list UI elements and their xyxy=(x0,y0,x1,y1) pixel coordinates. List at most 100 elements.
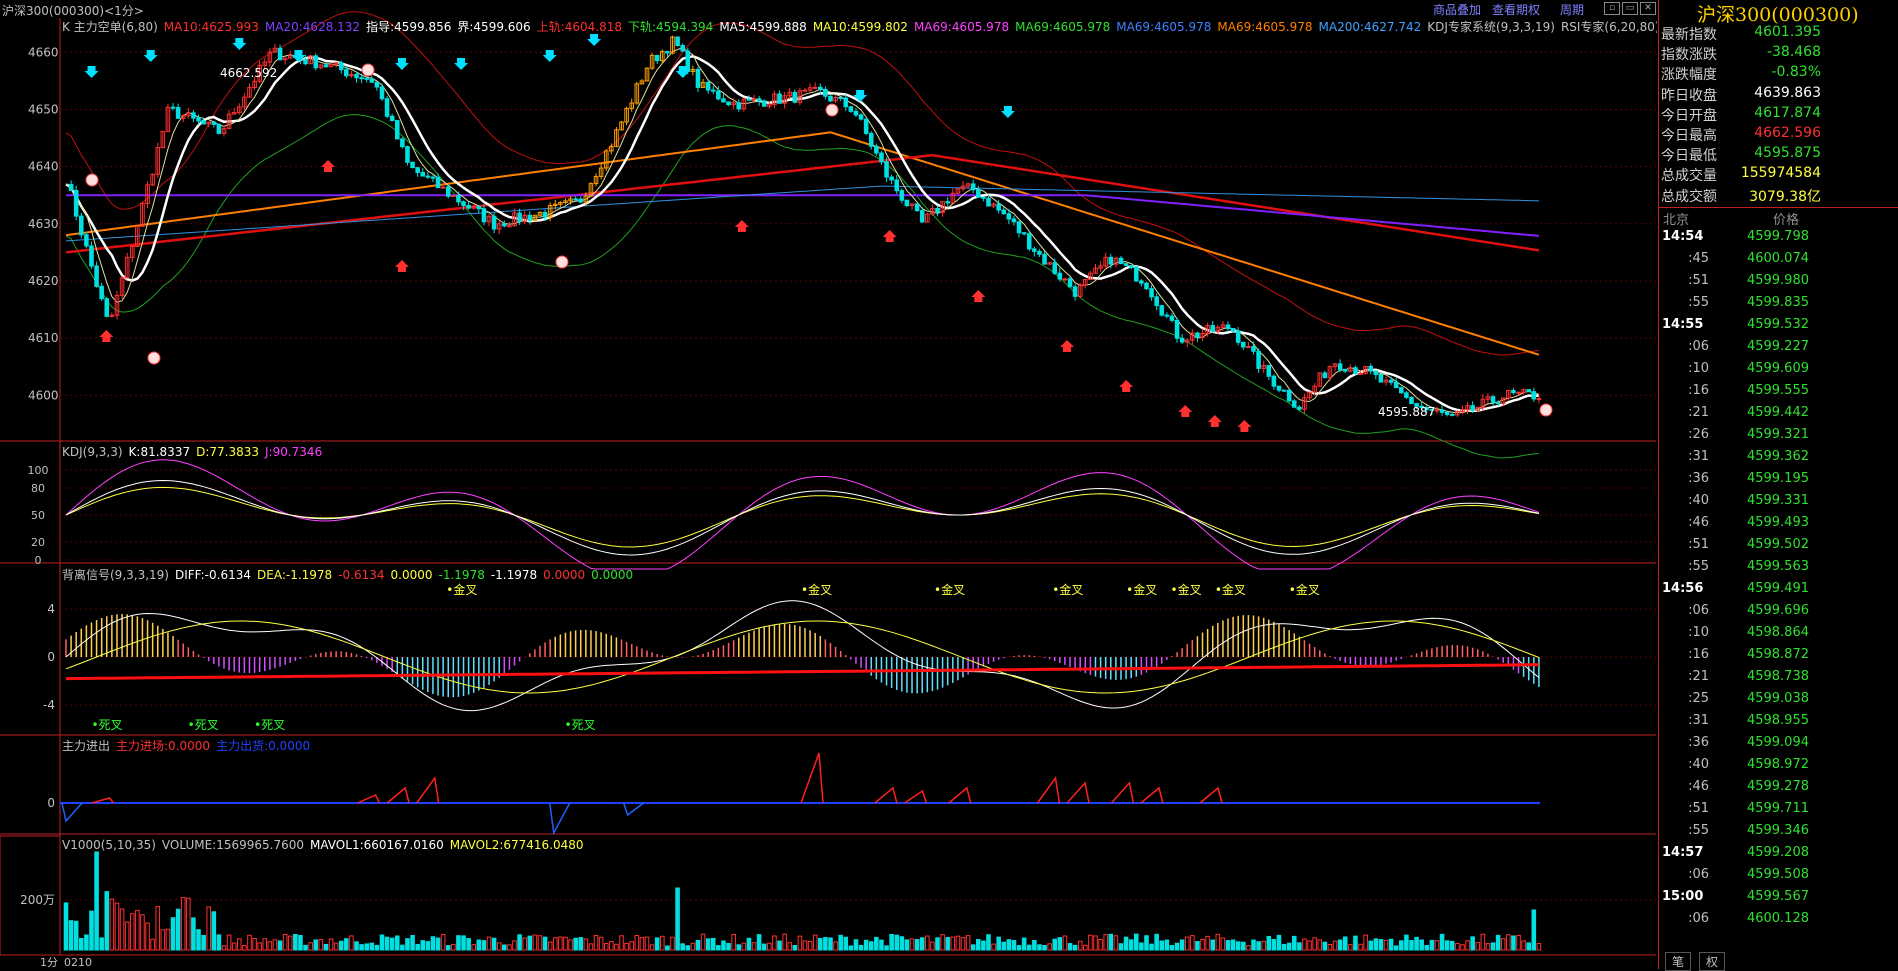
tick-row[interactable]: :06 4600.128 xyxy=(1659,911,1898,933)
quote-value: 3079.38亿 xyxy=(1749,188,1821,205)
volume-bar xyxy=(1139,942,1144,951)
volume-bar xyxy=(654,937,660,951)
candle-body xyxy=(710,89,716,92)
volume-bar xyxy=(1159,940,1165,951)
volume-bar xyxy=(1291,935,1297,951)
macd-diff-line xyxy=(65,600,1540,712)
tick-row[interactable]: 14:57 4599.208 xyxy=(1659,845,1898,867)
volume-bar xyxy=(777,940,782,951)
tick-price: 4599.227 xyxy=(1746,339,1809,354)
volume-bar xyxy=(84,934,89,951)
macd-tick-label: 4 xyxy=(47,602,55,616)
volume-bar xyxy=(379,934,385,951)
flow-outflow-spike xyxy=(61,802,83,823)
candle-body xyxy=(1195,332,1200,338)
tick-row[interactable]: 14:54 4599.798 xyxy=(1659,229,1898,251)
tick-row[interactable]: 14:56 4599.491 xyxy=(1659,581,1898,603)
candle-body xyxy=(420,172,426,177)
tick-row[interactable]: :55 4599.835 xyxy=(1659,295,1898,317)
candle-body xyxy=(405,146,410,163)
tick-row[interactable]: :46 4599.278 xyxy=(1659,779,1898,801)
tick-row[interactable]: :16 4598.872 xyxy=(1659,647,1898,669)
volume-bar xyxy=(1154,933,1159,951)
candle-body xyxy=(364,77,369,80)
tick-row[interactable]: :31 4598.955 xyxy=(1659,713,1898,735)
tick-row[interactable]: :31 4599.362 xyxy=(1659,449,1898,471)
tick-row[interactable]: :21 4598.738 xyxy=(1659,669,1898,691)
volume-bar xyxy=(420,940,426,951)
volume-bar xyxy=(344,938,349,951)
x-axis-period: 1分 xyxy=(40,956,58,969)
candle-body xyxy=(277,47,283,61)
volume-bar xyxy=(374,944,380,951)
volume-bar xyxy=(252,938,257,951)
ma-purple-line xyxy=(66,194,1539,237)
tick-row[interactable]: :45 4600.074 xyxy=(1659,251,1898,273)
tick-row[interactable]: :06 4599.508 xyxy=(1659,867,1898,889)
tick-row[interactable]: :51 4599.980 xyxy=(1659,273,1898,295)
tick-row[interactable]: :06 4599.696 xyxy=(1659,603,1898,625)
candle-body xyxy=(853,110,859,116)
candle-body xyxy=(1052,262,1058,274)
volume-bar xyxy=(384,936,390,951)
volume-bar xyxy=(293,934,298,951)
volume-bar xyxy=(899,936,905,951)
quote-label: 指数涨跌 xyxy=(1661,47,1717,64)
candle-body xyxy=(1470,405,1475,411)
candle-body xyxy=(1256,350,1261,369)
tick-row[interactable]: :40 4599.331 xyxy=(1659,493,1898,515)
up-arrow-icon xyxy=(1119,380,1134,392)
candle-body xyxy=(1297,406,1302,410)
tick-row[interactable]: :16 4599.555 xyxy=(1659,383,1898,405)
volume-bar xyxy=(1093,935,1098,951)
tick-row[interactable]: :51 4599.711 xyxy=(1659,801,1898,823)
volume-bar xyxy=(542,936,548,951)
tick-row[interactable]: :06 4599.227 xyxy=(1659,339,1898,361)
volume-bar xyxy=(1011,940,1017,951)
volume-bar xyxy=(721,940,726,951)
volume-bar xyxy=(430,936,436,951)
volume-bar xyxy=(104,891,110,951)
tick-price: 4599.711 xyxy=(1746,801,1809,816)
tick-row[interactable]: :46 4599.493 xyxy=(1659,515,1898,537)
tick-row[interactable]: :51 4599.502 xyxy=(1659,537,1898,559)
candle-body xyxy=(1174,319,1180,339)
tick-row[interactable]: :40 4598.972 xyxy=(1659,757,1898,779)
volume-bar xyxy=(716,945,721,951)
tick-row[interactable]: 15:00 4599.567 xyxy=(1659,889,1898,911)
candle-body xyxy=(716,90,721,100)
candle-body xyxy=(996,203,1001,211)
candle-body xyxy=(1062,278,1068,281)
candle-body xyxy=(1139,280,1144,284)
tick-row[interactable]: :10 4598.864 xyxy=(1659,625,1898,647)
tick-row[interactable]: :25 4599.038 xyxy=(1659,691,1898,713)
tick-row[interactable]: :55 4599.346 xyxy=(1659,823,1898,845)
candle-body xyxy=(73,189,79,217)
tick-row[interactable]: :26 4599.321 xyxy=(1659,427,1898,449)
chart-area[interactable]: 4660465046404630462046104600 1008050200 … xyxy=(0,0,1657,969)
candle-body xyxy=(1449,413,1455,416)
volume-bar xyxy=(767,942,772,951)
tick-row[interactable]: :36 4599.094 xyxy=(1659,735,1898,757)
tab-rights[interactable]: 权 xyxy=(1699,952,1726,971)
volume-bar xyxy=(940,934,945,951)
candle-body xyxy=(751,98,757,101)
volume-bar xyxy=(272,939,278,951)
candle-body xyxy=(899,190,905,201)
tick-row[interactable]: :10 4599.609 xyxy=(1659,361,1898,383)
volume-bar xyxy=(481,940,487,951)
golden-cross-label: •金叉 xyxy=(1215,582,1246,597)
tick-row[interactable]: 14:55 4599.532 xyxy=(1659,317,1898,339)
volume-bar xyxy=(1001,941,1007,951)
tick-time: :46 xyxy=(1688,779,1709,794)
tick-row[interactable]: :21 4599.442 xyxy=(1659,405,1898,427)
tick-row[interactable]: :36 4599.195 xyxy=(1659,471,1898,493)
tab-trades[interactable]: 笔 xyxy=(1665,952,1692,971)
tick-row[interactable]: :55 4599.563 xyxy=(1659,559,1898,581)
volume-bar xyxy=(466,938,471,951)
candle-body xyxy=(1393,381,1399,389)
tick-time: :36 xyxy=(1688,471,1709,486)
tick-price: 4599.696 xyxy=(1746,603,1809,618)
volume-bar xyxy=(1424,944,1430,951)
candle-body xyxy=(461,201,466,206)
